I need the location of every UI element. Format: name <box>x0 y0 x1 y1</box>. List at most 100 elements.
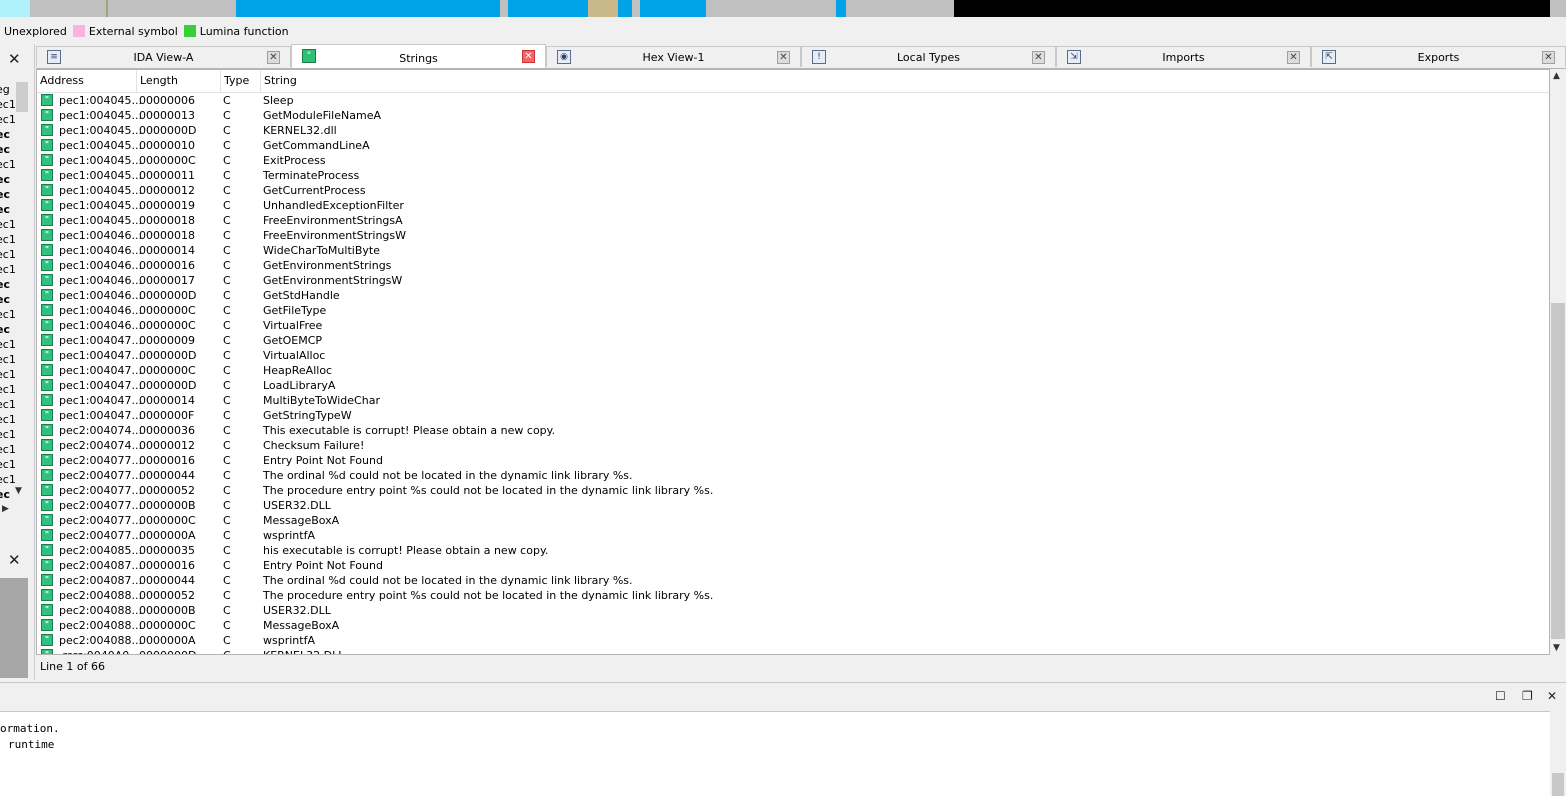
navband-segment[interactable] <box>30 0 106 17</box>
table-row[interactable]: " pec2:004088... 00000052 C The procedure en… <box>37 588 1549 603</box>
tab-exports[interactable]: ⇱ Exports ✕ <box>1311 46 1566 67</box>
table-row[interactable]: " pec1:004046... 0000000C C VirtualFree <box>37 318 1549 333</box>
tab-ida-view-a[interactable]: ≡ IDA View-A ✕ <box>36 46 291 67</box>
chevron-down-icon[interactable]: ▼ <box>1553 643 1560 653</box>
navband-segment[interactable] <box>706 0 722 17</box>
function-list-item[interactable]: ec1 <box>0 442 28 457</box>
function-list-item[interactable]: ec1 <box>0 232 28 247</box>
tab-strings[interactable]: " Strings ✕ <box>291 44 546 68</box>
table-row[interactable]: " pec1:004046... 00000014 C WideCharToMultiB… <box>37 243 1549 258</box>
column-header-string[interactable]: String <box>261 70 1549 92</box>
close-icon[interactable]: ✕ <box>8 50 21 68</box>
column-header-type[interactable]: Type <box>221 70 261 92</box>
table-row[interactable]: " pec1:004047... 0000000D C VirtualAlloc <box>37 348 1549 363</box>
function-list-item[interactable]: ec1 <box>0 157 28 172</box>
table-row[interactable]: " pec1:004045... 00000012 C GetCurrentProces… <box>37 183 1549 198</box>
tab-imports[interactable]: ⇲ Imports ✕ <box>1056 46 1311 67</box>
function-list-item[interactable]: ec <box>0 202 28 217</box>
table-row[interactable]: " pec2:004085... 00000035 Chis executable i… <box>37 543 1549 558</box>
function-list-item[interactable]: ec1 <box>0 382 28 397</box>
function-list-item[interactable]: ec1 <box>0 397 28 412</box>
table-row[interactable]: " pec1:004047... 0000000C C HeapReAlloc <box>37 363 1549 378</box>
function-list-item[interactable]: ec1 <box>0 352 28 367</box>
table-row[interactable]: " pec2:004087... 00000044 C The ordinal %d c… <box>37 573 1549 588</box>
function-list-item[interactable]: ec <box>0 172 28 187</box>
table-row[interactable]: " pec2:004077... 0000000C C MessageBoxA <box>37 513 1549 528</box>
table-row[interactable]: " pec2:004077... 00000044 C The ordinal %d c… <box>37 468 1549 483</box>
maximize-icon[interactable]: ☐ <box>1495 689 1506 703</box>
function-list-item[interactable]: ec <box>0 292 28 307</box>
close-icon[interactable]: ✕ <box>1287 51 1300 64</box>
navband-segment[interactable] <box>108 0 236 17</box>
table-row[interactable]: " pec1:004046... 00000016 C GetEnvironmentSt… <box>37 258 1549 273</box>
function-list-item[interactable]: ec <box>0 187 28 202</box>
table-row[interactable]: " pec2:004077... 0000000A CwsprintfA <box>37 528 1549 543</box>
table-row[interactable]: " pec1:004045... 00000010 C GetCommandLineA <box>37 138 1549 153</box>
close-icon[interactable]: ✕ <box>777 51 790 64</box>
table-row[interactable]: " pec2:004074... 00000036 C This executable … <box>37 423 1549 438</box>
function-list-item[interactable]: ec1 <box>0 427 28 442</box>
table-row[interactable]: " pec1:004046... 0000000C C GetFileType <box>37 303 1549 318</box>
function-list-item[interactable]: ec <box>0 487 28 502</box>
navband-segment[interactable] <box>640 0 706 17</box>
table-row[interactable]: " pec1:004047... 00000014 C MultiByteToWideC… <box>37 393 1549 408</box>
table-row[interactable]: " pec1:004045... 00000019 C UnhandledExcepti… <box>37 198 1549 213</box>
graph-overview[interactable] <box>0 578 28 678</box>
function-list-item[interactable]: ec <box>0 277 28 292</box>
close-icon[interactable]: ✕ <box>267 51 280 64</box>
table-row[interactable]: ".rsrc:0040A0...0000000DCKERNEL32.DLL <box>37 648 1549 654</box>
table-row[interactable]: " pec2:004077... 0000000B C USER32.DLL <box>37 498 1549 513</box>
table-row[interactable]: " pec1:004047... 00000009 C GetOEMCP <box>37 333 1549 348</box>
function-list-item[interactable]: ec1 <box>0 412 28 427</box>
function-list-item[interactable]: ec <box>0 142 28 157</box>
navband-segment[interactable] <box>236 0 500 17</box>
restore-icon[interactable]: ❐ <box>1522 689 1533 703</box>
functions-scrollbar[interactable] <box>16 82 28 112</box>
function-list-item[interactable]: ec1 <box>0 217 28 232</box>
function-list-item[interactable]: ec1 <box>0 472 28 487</box>
navband-segment[interactable] <box>722 0 836 17</box>
chevron-right-icon[interactable]: ▶ <box>2 504 9 514</box>
output-window[interactable]: ormation. runtime <box>0 711 1550 796</box>
table-row[interactable]: " pec1:004045... 0000000D C KERNEL32.dll <box>37 123 1549 138</box>
table-row[interactable]: " pec2:004074... 00000012 C Checksum Failure… <box>37 438 1549 453</box>
function-list-item[interactable]: ec <box>0 127 28 142</box>
function-list-item[interactable]: ec <box>0 322 28 337</box>
column-header-address[interactable]: Address <box>37 70 137 92</box>
table-row[interactable]: " pec1:004045... 00000006 C Sleep <box>37 93 1549 108</box>
table-row[interactable]: " pec2:004077... 00000016 C Entry Point Not … <box>37 453 1549 468</box>
table-row[interactable]: " pec1:004046... 00000017 C GetEnvironmentSt… <box>37 273 1549 288</box>
navband-segment[interactable] <box>618 0 632 17</box>
scrollbar-thumb[interactable] <box>1552 773 1564 796</box>
chevron-down-icon[interactable]: ▼ <box>15 486 22 496</box>
close-icon[interactable]: ✕ <box>8 551 21 569</box>
close-icon[interactable]: ✕ <box>1542 51 1555 64</box>
tab-hex-view-1[interactable]: ◉ Hex View-1 ✕ <box>546 46 801 67</box>
table-row[interactable]: " pec1:004045... 00000018 C FreeEnvironmentS… <box>37 213 1549 228</box>
output-scrollbar[interactable] <box>1550 711 1566 796</box>
table-row[interactable]: " pec2:004088... 0000000C C MessageBoxA <box>37 618 1549 633</box>
function-list-item[interactable]: ec1 <box>0 262 28 277</box>
navband-segment[interactable] <box>508 0 588 17</box>
table-row[interactable]: " pec1:004045... 00000013 C GetModuleFileNam… <box>37 108 1549 123</box>
table-row[interactable]: " pec1:004046... 0000000D C GetStdHandle <box>37 288 1549 303</box>
table-row[interactable]: " pec1:004047... 0000000D C LoadLibraryA <box>37 378 1549 393</box>
function-list-item[interactable]: ec1 <box>0 307 28 322</box>
close-icon[interactable]: ✕ <box>522 50 535 63</box>
table-row[interactable]: " pec1:004047... 0000000F C GetStringTypeW <box>37 408 1549 423</box>
table-row[interactable]: " pec1:004045... 0000000C C ExitProcess <box>37 153 1549 168</box>
navband-segment[interactable] <box>500 0 508 17</box>
tab-local-types[interactable]: ! Local Types ✕ <box>801 46 1056 67</box>
column-header-length[interactable]: Length <box>137 70 221 92</box>
function-list-item[interactable]: ec1 <box>0 457 28 472</box>
navband-segment[interactable] <box>836 0 846 17</box>
function-list-item[interactable]: ec1 <box>0 367 28 382</box>
navband-segment[interactable] <box>1550 0 1566 17</box>
table-row[interactable]: " pec2:004088... 0000000A CwsprintfA <box>37 633 1549 648</box>
scrollbar-thumb[interactable] <box>1551 303 1565 639</box>
navigation-band[interactable] <box>0 0 1566 17</box>
table-row[interactable]: " pec2:004077... 00000052 C The procedure en… <box>37 483 1549 498</box>
table-row[interactable]: " pec2:004088... 0000000B C USER32.DLL <box>37 603 1549 618</box>
navband-segment[interactable] <box>0 0 30 17</box>
table-scrollbar[interactable]: ▲ ▼ <box>1550 69 1566 655</box>
